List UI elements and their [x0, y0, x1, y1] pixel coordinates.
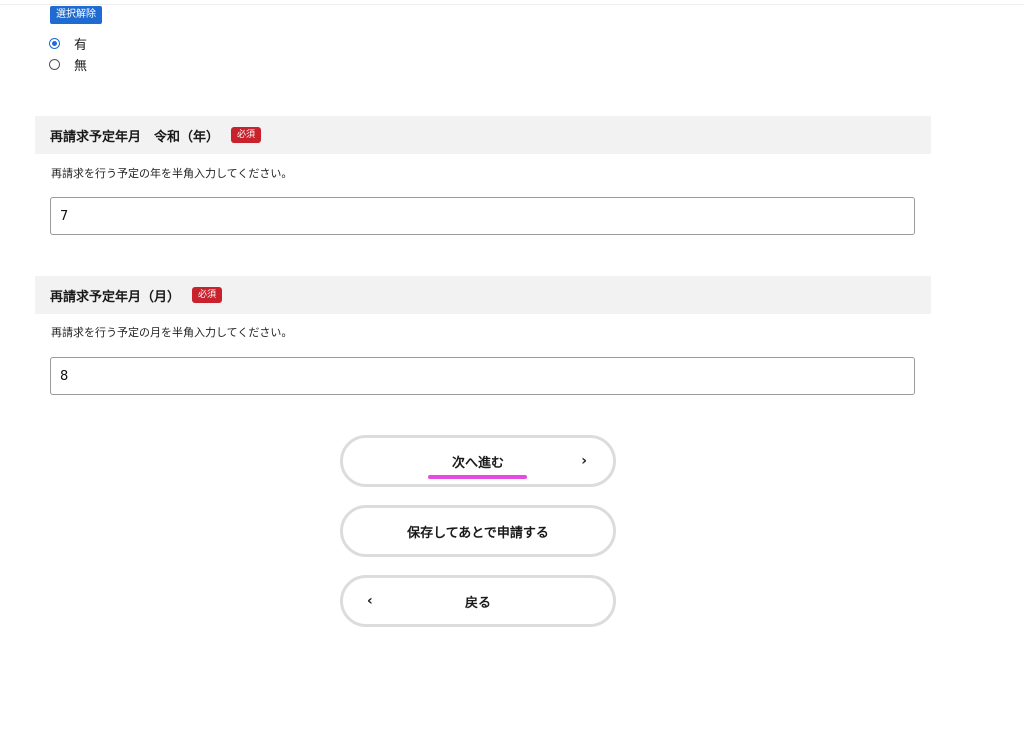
- radio-label-no: 無: [74, 58, 88, 74]
- year-help-text: 再請求を行う予定の年を半角入力してください。: [51, 167, 293, 180]
- year-section-header: 再請求予定年月 令和（年） 必須: [35, 116, 931, 154]
- month-help-text: 再請求を行う予定の月を半角入力してください。: [51, 326, 293, 339]
- chevron-left-icon: ‹: [367, 593, 373, 609]
- save-later-button-label: 保存してあとで申請する: [407, 525, 549, 541]
- radio-label-yes: 有: [74, 37, 88, 53]
- year-required-badge: 必須: [231, 127, 262, 143]
- chevron-right-icon: ›: [581, 453, 587, 469]
- next-button-label: 次へ進む: [451, 455, 504, 471]
- year-section-title: 再請求予定年月 令和（年）: [50, 129, 220, 145]
- highlight-underline: [428, 475, 527, 479]
- month-input[interactable]: [50, 357, 915, 395]
- save-later-button[interactable]: 保存してあとで申請する: [340, 505, 616, 557]
- radio-option-yes[interactable]: 有: [49, 33, 87, 53]
- radio-button-yes[interactable]: [49, 37, 60, 49]
- month-section-header: 再請求予定年月（月） 必須: [35, 276, 931, 314]
- month-required-badge: 必須: [192, 287, 223, 303]
- radio-option-no[interactable]: 無: [49, 54, 87, 74]
- deselect-button[interactable]: 選択解除: [50, 6, 102, 24]
- top-divider: [0, 4, 1024, 5]
- year-input[interactable]: [50, 197, 915, 235]
- back-button-label: 戻る: [464, 595, 491, 611]
- radio-button-no[interactable]: [49, 58, 60, 70]
- month-section-title: 再請求予定年月（月）: [50, 289, 181, 305]
- next-button[interactable]: 次へ進む ›: [340, 435, 616, 487]
- back-button[interactable]: ‹ 戻る: [340, 575, 616, 627]
